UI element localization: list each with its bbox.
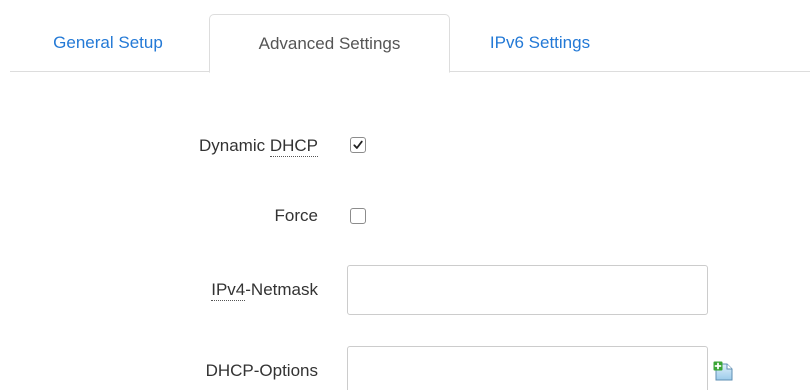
tab-advanced-settings[interactable]: Advanced Settings: [209, 14, 450, 73]
dynamic-dhcp-label-prefix: Dynamic: [198, 136, 270, 155]
tab-ipv6-settings[interactable]: IPv6 Settings: [452, 14, 628, 72]
ipv4-netmask-input[interactable]: [347, 265, 708, 315]
dhcp-options-input[interactable]: [347, 346, 708, 390]
force-label: Force: [274, 206, 318, 225]
checkmark-icon: [353, 140, 363, 149]
dynamic-dhcp-checkbox[interactable]: [350, 137, 366, 153]
dynamic-dhcp-label: Dynamic DHCP: [198, 136, 318, 157]
dhcp-options-label: DHCP-Options: [205, 361, 318, 380]
ipv4-netmask-label: IPv4-Netmask: [211, 280, 318, 301]
tab-bar: General Setup Advanced Settings IPv6 Set…: [0, 0, 810, 73]
tab-general-setup[interactable]: General Setup: [22, 14, 194, 72]
dhcp-abbreviation: DHCP: [269, 136, 318, 157]
ipv4-netmask-label-suffix: -Netmask: [245, 280, 318, 299]
force-checkbox[interactable]: [350, 208, 366, 224]
ipv4-abbreviation: IPv4: [211, 280, 246, 301]
interface-config-panel: General Setup Advanced Settings IPv6 Set…: [0, 0, 810, 390]
add-entry-icon[interactable]: [713, 361, 735, 381]
